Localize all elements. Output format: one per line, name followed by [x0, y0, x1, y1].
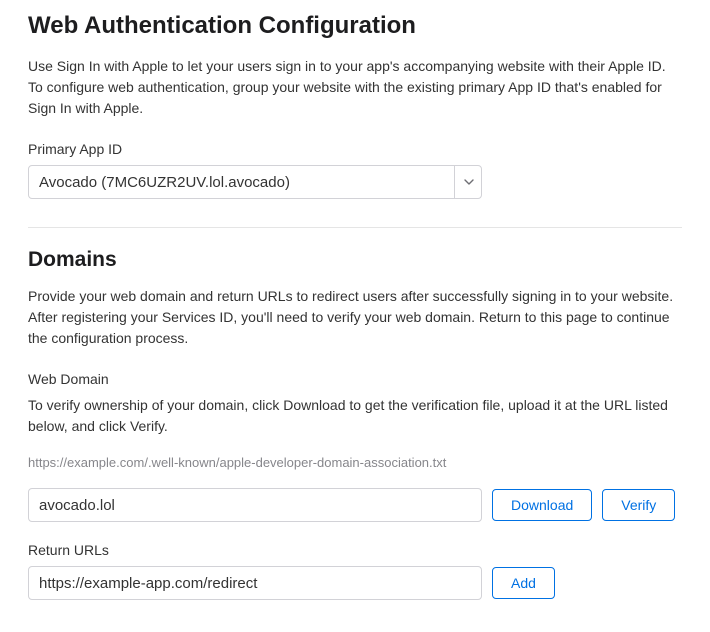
web-domain-input[interactable]: [28, 488, 482, 522]
web-domain-instructions: To verify ownership of your domain, clic…: [28, 395, 682, 437]
download-button[interactable]: Download: [492, 489, 592, 521]
return-urls-input[interactable]: [28, 566, 482, 600]
primary-app-id-select[interactable]: Avocado (7MC6UZR2UV.lol.avocado): [28, 165, 482, 199]
domains-description: Provide your web domain and return URLs …: [28, 286, 682, 349]
return-urls-label: Return URLs: [28, 542, 682, 558]
add-button[interactable]: Add: [492, 567, 555, 599]
primary-app-id-label: Primary App ID: [28, 141, 682, 157]
web-domain-label: Web Domain: [28, 371, 682, 387]
domains-heading: Domains: [28, 248, 682, 272]
page-description: Use Sign In with Apple to let your users…: [28, 56, 682, 119]
page-title: Web Authentication Configuration: [28, 12, 682, 40]
verify-button[interactable]: Verify: [602, 489, 675, 521]
verification-file-url: https://example.com/.well-known/apple-de…: [28, 455, 682, 470]
section-divider: [28, 227, 682, 228]
